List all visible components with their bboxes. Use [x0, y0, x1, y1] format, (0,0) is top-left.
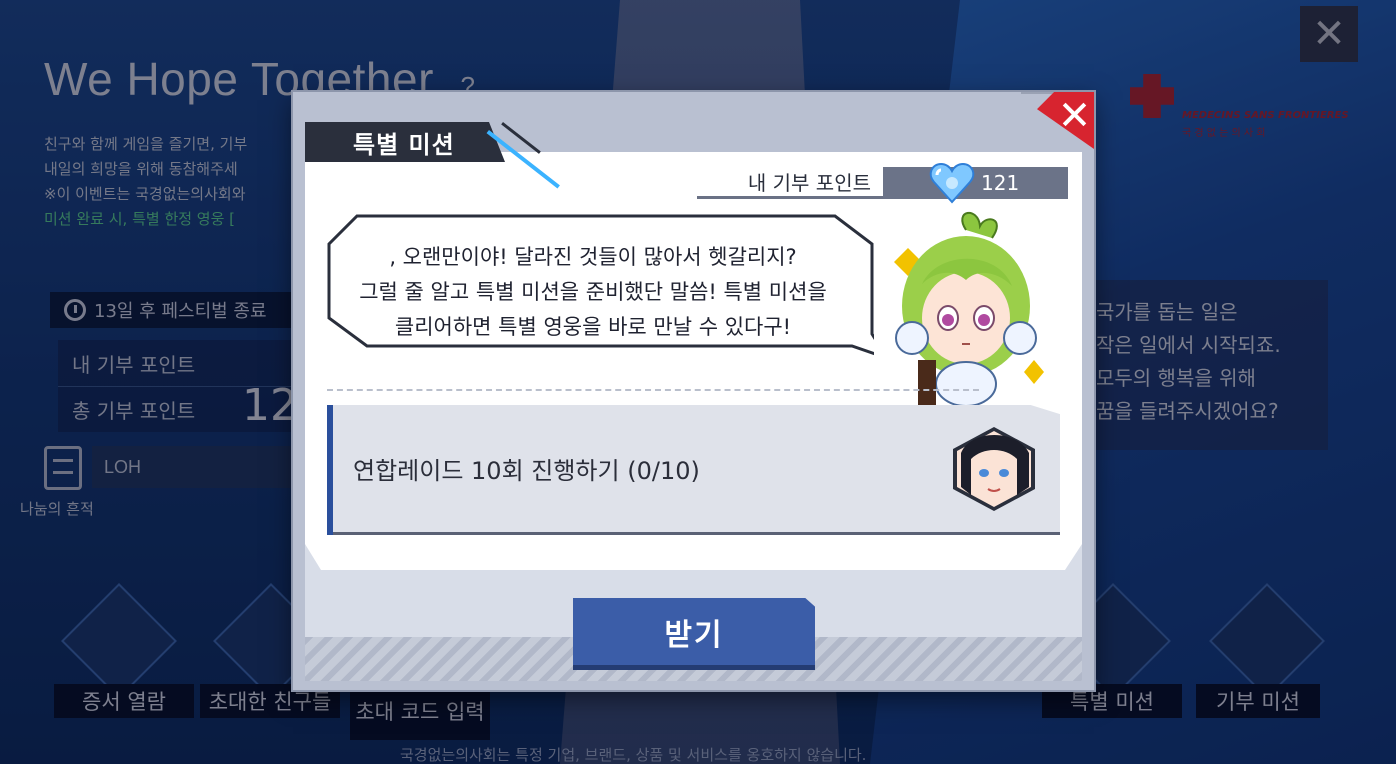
- hero-portrait-icon: [953, 427, 1035, 511]
- my-points-label: 내 기부 포인트: [697, 167, 883, 199]
- special-mission-dialog: 특별 미션 ✕ 내 기부 포인트 121 , 오랜만이야! 달라진 것들이 많아…: [293, 92, 1094, 690]
- mission-description: 연합레이드 10회 진행하기 (0/10): [353, 457, 700, 485]
- npc-dialogue: , 오랜만이야! 달라진 것들이 많아서 헷갈리지? 그럴 줄 알고 특별 미션…: [359, 245, 827, 339]
- heart-gem-icon: [929, 162, 975, 204]
- npc-girl-illustration: [894, 211, 1044, 406]
- receive-button[interactable]: 받기: [573, 598, 815, 670]
- my-points-value: 121: [883, 167, 1068, 199]
- dialog-title: 특별 미션: [305, 122, 505, 162]
